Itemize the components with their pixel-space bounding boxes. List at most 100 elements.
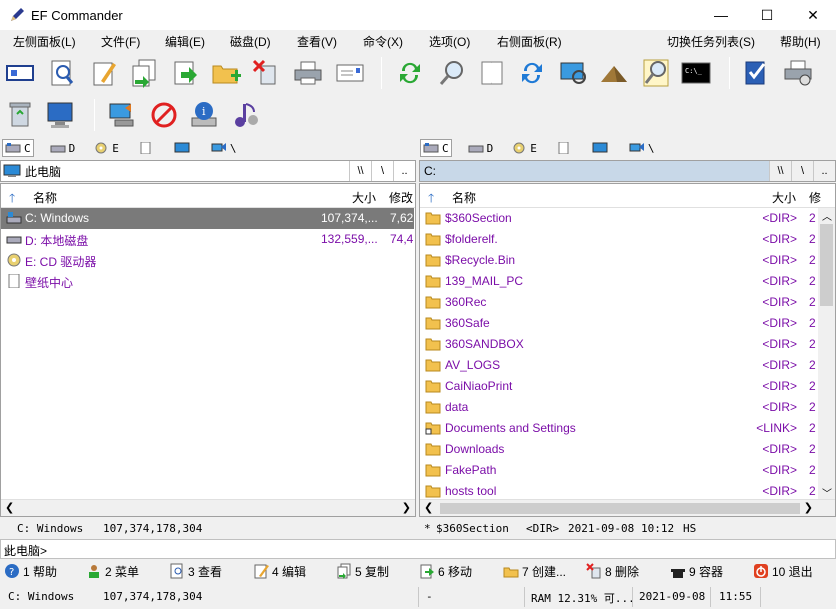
network-search-icon[interactable] [557,57,589,89]
f9-container-button[interactable]: 9 容器 [670,562,723,580]
left-drive-network[interactable]: \ [209,139,239,157]
monitor-icon[interactable] [44,99,76,131]
scroll-right-icon[interactable]: ❯ [804,501,813,514]
move-icon[interactable] [170,57,202,89]
right-root-button[interactable]: \ [791,161,813,181]
right-root-network-button[interactable]: \\ [769,161,791,181]
minimize-button[interactable]: — [698,0,744,30]
sort-up-icon[interactable]: 🡑 [9,189,15,210]
list-item[interactable]: 139_MAIL_PC <DIR> 2 [420,271,835,292]
close-button[interactable]: ✕ [790,0,836,30]
f1-help-button[interactable]: ? 1 帮助 [4,562,57,580]
list-item[interactable]: CaiNiaoPrint <DIR> 2 [420,376,835,397]
right-horizontal-scrollbar[interactable]: ❮ ❯ [420,499,835,516]
right-col-name[interactable]: 名称 [452,189,476,206]
right-col-size[interactable]: 大小 [772,189,796,206]
list-item[interactable]: data <DIR> 2 [420,397,835,418]
menu-file[interactable]: 文件(F) [101,33,140,50]
sync-icon[interactable] [516,57,548,89]
f6-move-button[interactable]: 6 移动 [419,562,472,580]
left-parent-button[interactable]: .. [393,161,415,181]
list-item[interactable]: D: 本地磁盘 132,559,... 74,4 [1,229,415,250]
list-item[interactable]: 360Safe <DIR> 2 [420,313,835,334]
f8-delete-button[interactable]: 8 删除 [586,562,639,580]
menu-command[interactable]: 命令(X) [363,33,403,50]
left-file-panel[interactable]: 🡑 名称 大小 修改 C: Windows 107,374,... 7,62 D… [0,183,416,517]
left-drive-document[interactable] [135,139,158,157]
chevron-down-icon[interactable]: ⌵ [4,542,831,557]
print-preview-icon[interactable] [782,57,814,89]
menu-edit[interactable]: 编辑(E) [165,33,205,50]
menu-disk[interactable]: 磁盘(D) [230,33,271,50]
properties-icon[interactable]: i [188,99,220,131]
right-file-panel[interactable]: 🡑 名称 大小 修 $360Section <DIR> 2 $folderelf. <D… [419,183,836,517]
left-col-size[interactable]: 大小 [352,189,376,206]
right-drive-d[interactable]: D [466,139,496,157]
right-path-text[interactable]: C: [424,164,769,178]
right-col-modified[interactable]: 修 [809,189,821,206]
copy-icon[interactable] [128,57,160,89]
menu-help[interactable]: 帮助(H) [780,33,821,50]
left-drive-d[interactable]: D [48,139,78,157]
drive-info-icon[interactable] [4,57,36,89]
scroll-thumb[interactable] [440,503,800,514]
left-drive-c[interactable]: C [2,139,34,157]
scroll-thumb[interactable] [820,224,833,306]
list-item[interactable]: $folderelf. <DIR> 2 [420,229,835,250]
list-item[interactable]: FakePath <DIR> 2 [420,460,835,481]
list-item[interactable]: E: CD 驱动器 [1,250,415,271]
right-drive-c[interactable]: C [420,139,452,157]
list-item[interactable]: $360Section <DIR> 2 [420,208,835,229]
left-drive-e[interactable]: E [91,139,121,157]
f10-exit-button[interactable]: 10 退出 [753,562,813,580]
right-drive-desktop[interactable] [590,139,613,157]
scroll-left-icon[interactable]: ❮ [424,501,433,514]
list-item[interactable]: 壁纸中心 [1,271,415,292]
search-icon[interactable] [436,57,468,89]
f3-view-button[interactable]: 3 查看 [169,562,222,580]
right-drive-document[interactable] [553,139,576,157]
print-icon[interactable] [292,57,324,89]
list-item[interactable]: 360Rec <DIR> 2 [420,292,835,313]
left-drive-desktop[interactable] [172,139,195,157]
left-col-modified[interactable]: 修改 [389,189,413,206]
left-root-button[interactable]: \ [371,161,393,181]
scroll-left-icon[interactable]: ❮ [5,501,14,514]
disconnect-icon[interactable] [148,99,180,131]
command-line[interactable]: 此电脑> ⌵ [0,539,836,559]
list-item[interactable]: C: Windows 107,374,... 7,62 [1,208,414,229]
left-horizontal-scrollbar[interactable]: ❮ ❯ [1,499,415,516]
scroll-up-icon[interactable]: ︿ [822,208,832,223]
f2-menu-button[interactable]: 2 菜单 [86,562,139,580]
maximize-button[interactable]: ☐ [744,0,790,30]
list-item[interactable]: Documents and Settings <LINK> 2 [420,418,835,439]
f7-create-button[interactable]: 7 创建... [503,562,566,580]
network-drive-icon[interactable] [106,99,138,131]
list-item[interactable]: AV_LOGS <DIR> 2 [420,355,835,376]
left-path-text[interactable]: 此电脑 [25,163,349,180]
view-icon[interactable] [46,57,78,89]
list-item[interactable]: 360SANDBOX <DIR> 2 [420,334,835,355]
pyramid-icon[interactable] [598,57,630,89]
delete-icon[interactable] [250,57,282,89]
left-col-name[interactable]: 名称 [33,189,57,206]
right-drive-e[interactable]: E [509,139,539,157]
refresh-icon[interactable] [394,57,426,89]
right-vertical-scrollbar[interactable]: ︿ ﹀ [818,208,835,500]
scroll-down-icon[interactable]: ﹀ [822,485,832,500]
music-icon[interactable] [230,99,262,131]
menu-options[interactable]: 选项(O) [429,33,470,50]
find-file-icon[interactable] [640,57,672,89]
compare-icon[interactable] [476,57,508,89]
f5-copy-button[interactable]: 5 复制 [336,562,389,580]
f4-edit-button[interactable]: 4 编辑 [253,562,306,580]
list-item[interactable]: Downloads <DIR> 2 [420,439,835,460]
terminal-icon[interactable]: C:\_ [680,57,712,89]
menu-switch-tasks[interactable]: 切换任务列表(S) [667,33,755,50]
right-parent-button[interactable]: .. [813,161,835,181]
recycle-bin-icon[interactable] [4,99,36,131]
menu-right-panel[interactable]: 右侧面板(R) [497,33,562,50]
right-drive-network[interactable]: \ [627,139,657,157]
sort-up-icon[interactable]: 🡑 [428,189,434,210]
email-icon[interactable] [334,57,366,89]
